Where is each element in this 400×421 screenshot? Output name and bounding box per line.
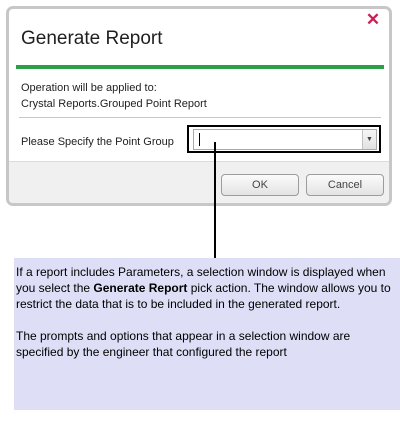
text-caret bbox=[199, 133, 200, 146]
generate-report-dialog: ✕ Generate Report Operation will be appl… bbox=[6, 6, 392, 206]
operation-label: Operation will be applied to: bbox=[21, 82, 157, 94]
callout-pointer-line bbox=[214, 142, 216, 258]
point-group-input[interactable] bbox=[194, 130, 362, 149]
point-group-combobox[interactable]: ▼ bbox=[193, 129, 377, 150]
operation-target: Crystal Reports.Grouped Point Report bbox=[21, 98, 207, 110]
callout-paragraph-1: If a report includes Parameters, a selec… bbox=[16, 264, 396, 312]
dialog-title: Generate Report bbox=[21, 28, 163, 49]
cancel-button[interactable]: Cancel bbox=[306, 174, 384, 196]
close-icon[interactable]: ✕ bbox=[365, 11, 381, 28]
ok-button[interactable]: OK bbox=[221, 174, 299, 196]
divider bbox=[19, 117, 381, 118]
point-group-label: Please Specify the Point Group bbox=[21, 136, 174, 148]
callout-bold-action: Generate Report bbox=[93, 281, 188, 295]
explanation-callout: If a report includes Parameters, a selec… bbox=[14, 258, 400, 410]
callout-paragraph-2: The prompts and options that appear in a… bbox=[16, 329, 351, 359]
button-bar: OK Cancel bbox=[9, 161, 389, 203]
title-accent-bar bbox=[16, 65, 384, 69]
dropdown-arrow-icon[interactable]: ▼ bbox=[362, 130, 376, 149]
